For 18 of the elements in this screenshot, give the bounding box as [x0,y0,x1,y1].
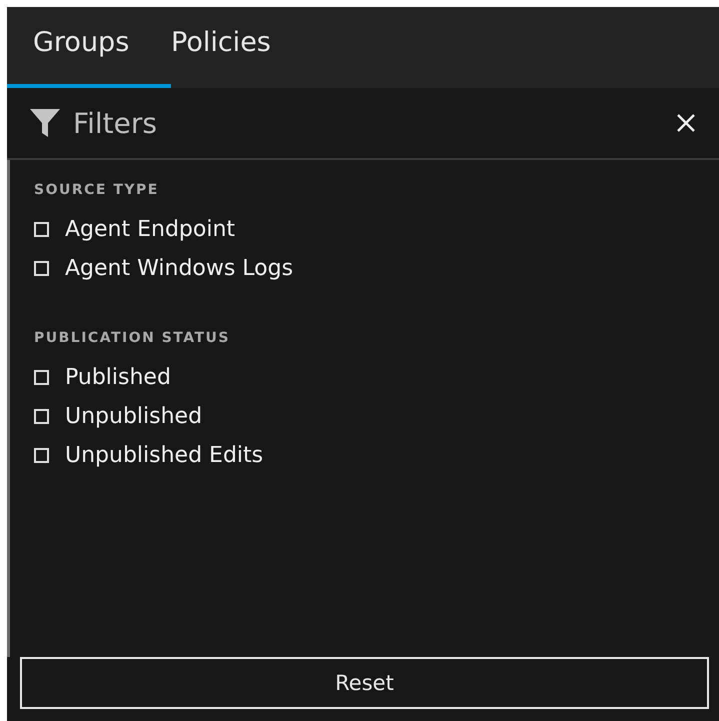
tab[interactable]: Policies [171,7,297,88]
panel-title: Filters [73,106,158,140]
section-heading: PUBLICATION STATUS [34,330,231,346]
checkbox-label[interactable]: Agent Windows Logs [65,256,294,281]
checkbox[interactable] [34,222,49,237]
checkbox[interactable] [34,409,49,424]
filter-icon [29,107,61,139]
checkbox-label[interactable]: Agent Endpoint [65,217,236,242]
reset-button[interactable]: Reset [20,657,709,709]
checkbox-label[interactable]: Unpublished [65,404,202,429]
tab[interactable]: Groups [7,7,171,88]
checkbox-label[interactable]: Unpublished Edits [65,443,264,468]
checkbox-label[interactable]: Published [65,365,171,390]
checkbox[interactable] [34,261,49,276]
close-button[interactable] [675,112,697,134]
checkbox[interactable] [34,370,49,385]
checkbox[interactable] [34,448,49,463]
section-heading: SOURCE TYPE [34,182,160,198]
